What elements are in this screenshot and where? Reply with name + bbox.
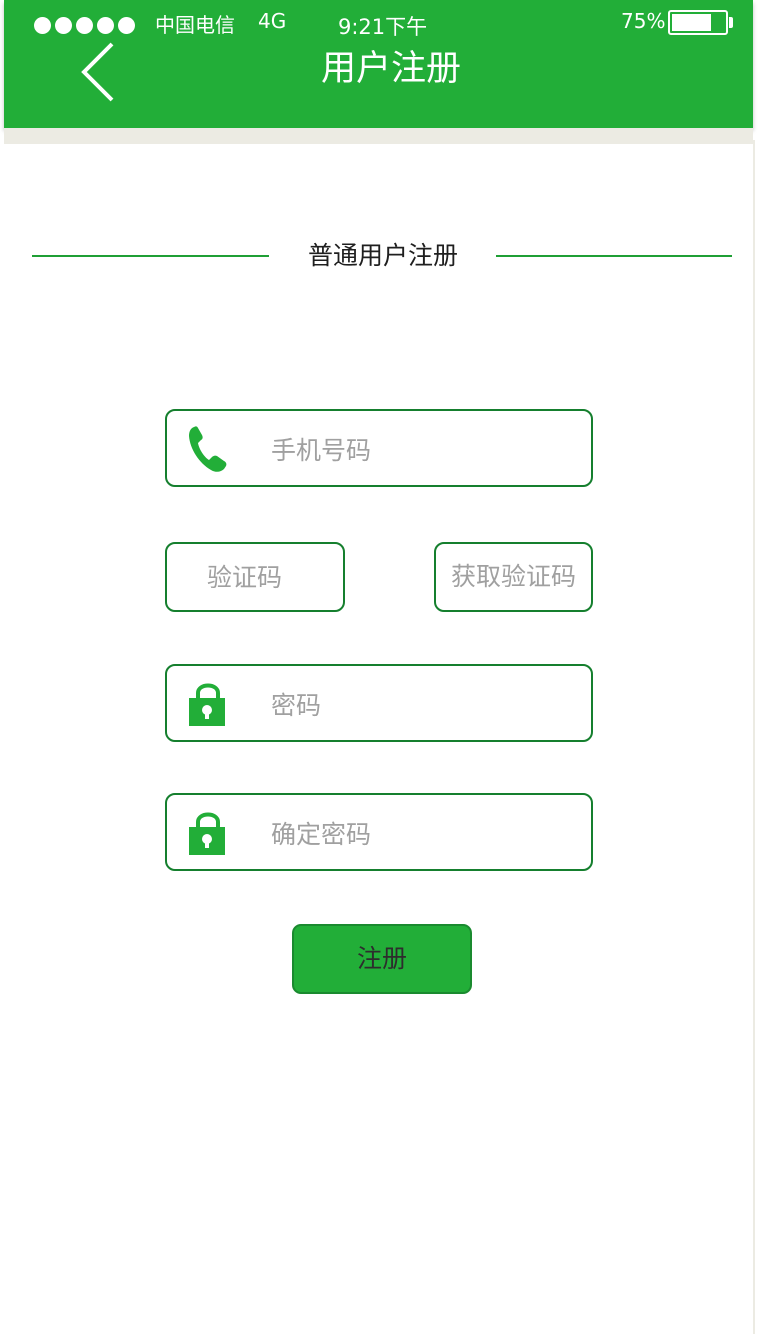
- chevron-left-icon: [81, 42, 114, 102]
- battery-icon: [668, 10, 728, 35]
- password-input[interactable]: [271, 684, 571, 726]
- section-heading: 普通用户注册: [28, 236, 736, 278]
- signal-dot: [34, 17, 51, 34]
- section-title: 普通用户注册: [307, 241, 458, 270]
- confirm-password-field[interactable]: [165, 793, 593, 871]
- right-edge-strip: [753, 140, 755, 1334]
- phone-field[interactable]: [165, 409, 593, 487]
- carrier-label: 中国电信: [155, 13, 235, 37]
- page-title: 用户注册: [320, 49, 461, 89]
- signal-dot: [97, 17, 114, 34]
- signal-dot: [118, 17, 135, 34]
- battery-level-fill: [672, 14, 711, 31]
- password-field[interactable]: [165, 664, 593, 742]
- battery-percent: 75%: [621, 9, 666, 33]
- verification-code-field[interactable]: [165, 542, 345, 612]
- register-screen: 中国电信 4G 9:21下午 75% 用户注册 普通用户注册 获取验证码: [0, 0, 759, 1334]
- battery-cap: [729, 17, 733, 28]
- signal-dot: [76, 17, 93, 34]
- signal-strength-icon: [34, 17, 135, 34]
- status-time: 9:21下午: [338, 15, 428, 39]
- phone-icon: [189, 426, 227, 472]
- divider-left: [32, 255, 269, 257]
- divider-right: [496, 255, 732, 257]
- header-shadow-strip: [4, 128, 753, 144]
- app-header: 中国电信 4G 9:21下午 75% 用户注册: [4, 0, 753, 128]
- back-button[interactable]: [70, 40, 130, 104]
- network-type-label: 4G: [258, 9, 287, 33]
- signal-dot: [55, 17, 72, 34]
- verification-code-input[interactable]: [207, 556, 327, 598]
- register-button[interactable]: 注册: [292, 924, 472, 994]
- lock-icon: [189, 683, 225, 726]
- get-code-button[interactable]: 获取验证码: [434, 542, 593, 612]
- phone-input[interactable]: [271, 429, 571, 471]
- confirm-password-input[interactable]: [271, 813, 571, 855]
- lock-icon: [189, 812, 225, 855]
